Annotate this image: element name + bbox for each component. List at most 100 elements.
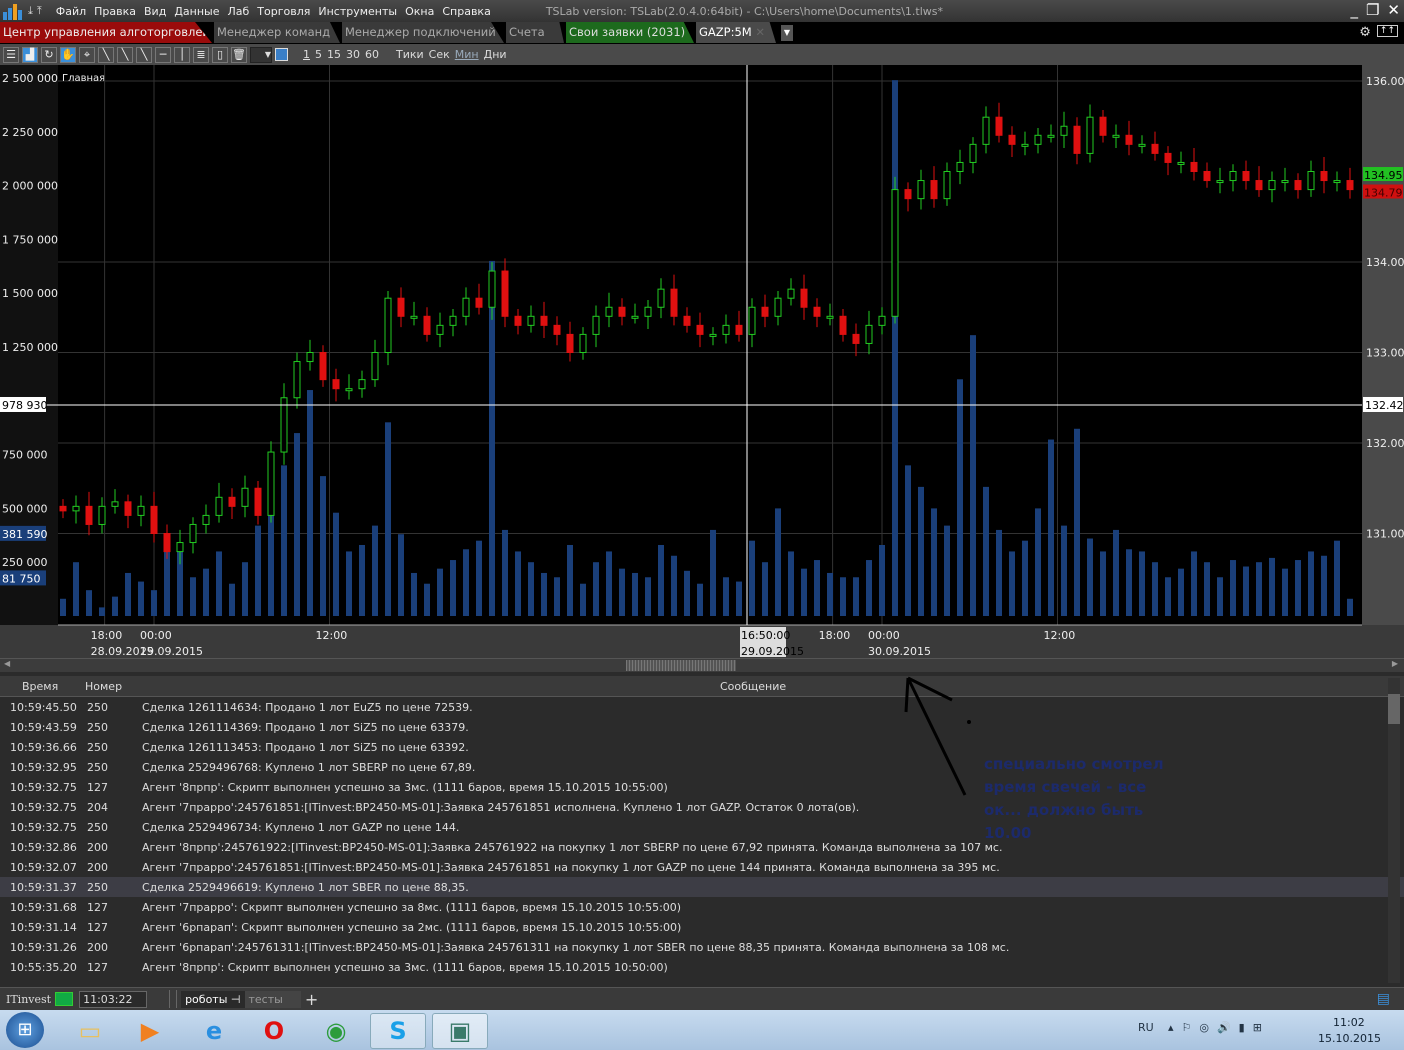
menu-edit[interactable]: Правка [94, 5, 136, 18]
candle-body [917, 180, 925, 200]
import-icon[interactable]: ⤓ [28, 4, 33, 18]
chart-svg[interactable]: 136.00 134.00 133.00 132.00 131.00 2 500 000 2… [0, 65, 1404, 658]
horizontal-line-icon[interactable]: ─ [155, 46, 171, 63]
pin-icon[interactable]: ⊣ [231, 993, 241, 1006]
interval-5[interactable]: 5 [315, 48, 322, 61]
price-chart[interactable]: 136.00 134.00 133.00 132.00 131.00 2 500 000 2… [0, 65, 1404, 658]
log-row[interactable]: 10:59:32.75 250 Сделка 2529496734: Куплено… [0, 817, 1404, 837]
log-message: Агент '8прпр': Скрипт выполнен успешно з… [142, 781, 668, 794]
log-row[interactable]: 10:59:32.75 127 Агент '8прпр': Скрипт выпо… [0, 777, 1404, 797]
gear-icon[interactable]: ⚙ [1359, 25, 1371, 44]
tree-icon[interactable]: ☰ [3, 46, 19, 63]
menu-data[interactable]: Данные [174, 5, 219, 18]
close-icon[interactable]: ✕ [1387, 1, 1400, 19]
scroll-right-icon[interactable]: ▶ [1392, 659, 1398, 668]
log-row[interactable]: 10:59:43.59 250 Сделка 1261114369: Продано… [0, 717, 1404, 737]
close-tab-icon[interactable]: ✕ [755, 25, 765, 39]
unit-ticks[interactable]: Тики [396, 48, 424, 61]
log-row[interactable]: 10:59:36.66 250 Сделка 1261113453: Продано… [0, 737, 1404, 757]
unit-days[interactable]: Дни [484, 48, 507, 61]
price-tick-label: 132.00 [1366, 437, 1404, 450]
minimize-icon[interactable]: _ [1350, 1, 1358, 19]
interval-1[interactable]: 1 [303, 48, 310, 61]
log-scroll-thumb[interactable] [1388, 694, 1400, 724]
page-icon[interactable]: ▯ [212, 46, 228, 63]
color-dropdown[interactable]: ▼ [250, 46, 272, 63]
log-row[interactable]: 10:59:32.07 200 Агент '7прарро':245761851:… [0, 857, 1404, 877]
chart-scrollbar[interactable]: ◀ ▶ [0, 658, 1404, 672]
menu-windows[interactable]: Окна [405, 5, 434, 18]
language-indicator[interactable]: RU [1138, 1021, 1154, 1034]
start-button[interactable]: ⊞ [6, 1012, 44, 1048]
chart-icon[interactable]: ▟ [22, 46, 38, 63]
tab-accounts[interactable]: Счета [506, 22, 564, 43]
tab-connection-manager[interactable]: Менеджер подключений [342, 22, 504, 43]
media-player-icon[interactable]: ▶ [122, 1013, 178, 1049]
tab-robots[interactable]: роботы ⊣ [181, 990, 245, 1008]
log-time: 10:59:31.26 [10, 941, 77, 954]
connection-icon[interactable] [55, 992, 74, 1006]
crosshair-icon[interactable]: ⌖ [79, 46, 95, 63]
log-scrollbar[interactable] [1388, 678, 1400, 983]
clock-date[interactable]: 15.10.2015 [1318, 1032, 1381, 1045]
col-message[interactable]: Сообщение [720, 680, 786, 693]
trash-icon[interactable]: 🗑 [231, 46, 247, 63]
tab-tests[interactable]: тесты [244, 990, 301, 1008]
scroll-thumb[interactable] [626, 660, 736, 671]
log-row[interactable]: 10:59:32.95 250 Сделка 2529496768: Куплено… [0, 757, 1404, 777]
tab-own-orders[interactable]: Свои заявки (2031) [566, 22, 694, 43]
tab-dropdown-button[interactable]: ▼ [781, 25, 793, 41]
log-row[interactable]: 10:59:32.75 204 Агент '7прарро':245761851:… [0, 797, 1404, 817]
interval-60[interactable]: 60 [365, 48, 379, 61]
log-time: 10:59:32.75 [10, 821, 77, 834]
col-time[interactable]: Время [22, 680, 58, 693]
tslab-taskbar-icon[interactable]: ▣ [432, 1013, 488, 1049]
tab-control-center[interactable]: Центр управления алготорговлей [0, 22, 212, 43]
menu-tools[interactable]: Инструменты [318, 5, 397, 18]
chrome-icon[interactable]: ◉ [308, 1013, 364, 1049]
unit-minutes[interactable]: Мин [455, 48, 479, 61]
segment-icon[interactable]: ╲ [136, 46, 152, 63]
fibonacci-icon[interactable]: ≣ [193, 46, 209, 63]
skype-icon[interactable]: S [370, 1013, 426, 1049]
export-icon[interactable]: ⤒ [37, 4, 42, 18]
candle-body [748, 306, 756, 335]
log-row[interactable]: 10:59:31.14 127 Агент '6рпарап': Скрипт вы… [0, 917, 1404, 937]
log-row[interactable]: 10:59:45.50 250 Сделка 1261114634: Продано… [0, 697, 1404, 717]
scroll-left-icon[interactable]: ◀ [4, 659, 10, 668]
clock-time[interactable]: 11:02 [1333, 1016, 1365, 1029]
log-row[interactable]: 10:59:31.68 127 Агент '7прарро': Скрипт вы… [0, 897, 1404, 917]
line-icon[interactable]: ╲ [98, 46, 114, 63]
log-row[interactable]: 10:59:32.86 200 Агент '8прпр':245761922:[I… [0, 837, 1404, 857]
maximize-icon[interactable]: ❐ [1366, 1, 1379, 19]
opera-icon[interactable]: O [246, 1013, 302, 1049]
log-row[interactable]: 10:59:31.37 250 Сделка 2529496619: Куплено… [0, 877, 1404, 897]
hand-icon[interactable]: ✋ [60, 46, 76, 63]
ray-icon[interactable]: ╲ [117, 46, 133, 63]
volume-bar [606, 551, 612, 616]
tab-gazp-5m[interactable]: GAZP:5M ✕ [696, 22, 776, 43]
unit-seconds[interactable]: Сек [429, 48, 450, 61]
refresh-icon[interactable]: ↻ [41, 46, 57, 63]
tab-command-manager[interactable]: Менеджер команд [214, 22, 340, 43]
tray-icons[interactable]: ▴⚐◎🔊▮⊞ [1168, 1021, 1270, 1034]
menu-lab[interactable]: Лаб [228, 5, 250, 18]
interval-30[interactable]: 30 [346, 48, 360, 61]
notes-icon[interactable]: ▤ [1377, 991, 1390, 1007]
color-swatch[interactable] [275, 48, 288, 61]
menu-view[interactable]: Вид [144, 5, 166, 18]
internet-explorer-icon[interactable]: e [186, 1013, 242, 1049]
interval-15[interactable]: 15 [327, 48, 341, 61]
candle-body [1281, 180, 1289, 184]
log-row[interactable]: 10:55:35.20 127 Агент '8прпр': Скрипт выпо… [0, 957, 1404, 977]
volume-bar [567, 544, 573, 616]
col-number[interactable]: Номер [85, 680, 122, 693]
layout-icon[interactable]: ↑↑ [1376, 25, 1398, 37]
explorer-icon[interactable]: ▭ [62, 1013, 118, 1049]
add-tab-button[interactable]: + [305, 990, 318, 1009]
menu-trade[interactable]: Торговля [257, 5, 310, 18]
vertical-line-icon[interactable]: │ [174, 46, 190, 63]
menu-help[interactable]: Справка [442, 5, 490, 18]
log-row[interactable]: 10:59:31.26 200 Агент '6рпарап':245761311:… [0, 937, 1404, 957]
menu-file[interactable]: Файл [56, 5, 86, 18]
